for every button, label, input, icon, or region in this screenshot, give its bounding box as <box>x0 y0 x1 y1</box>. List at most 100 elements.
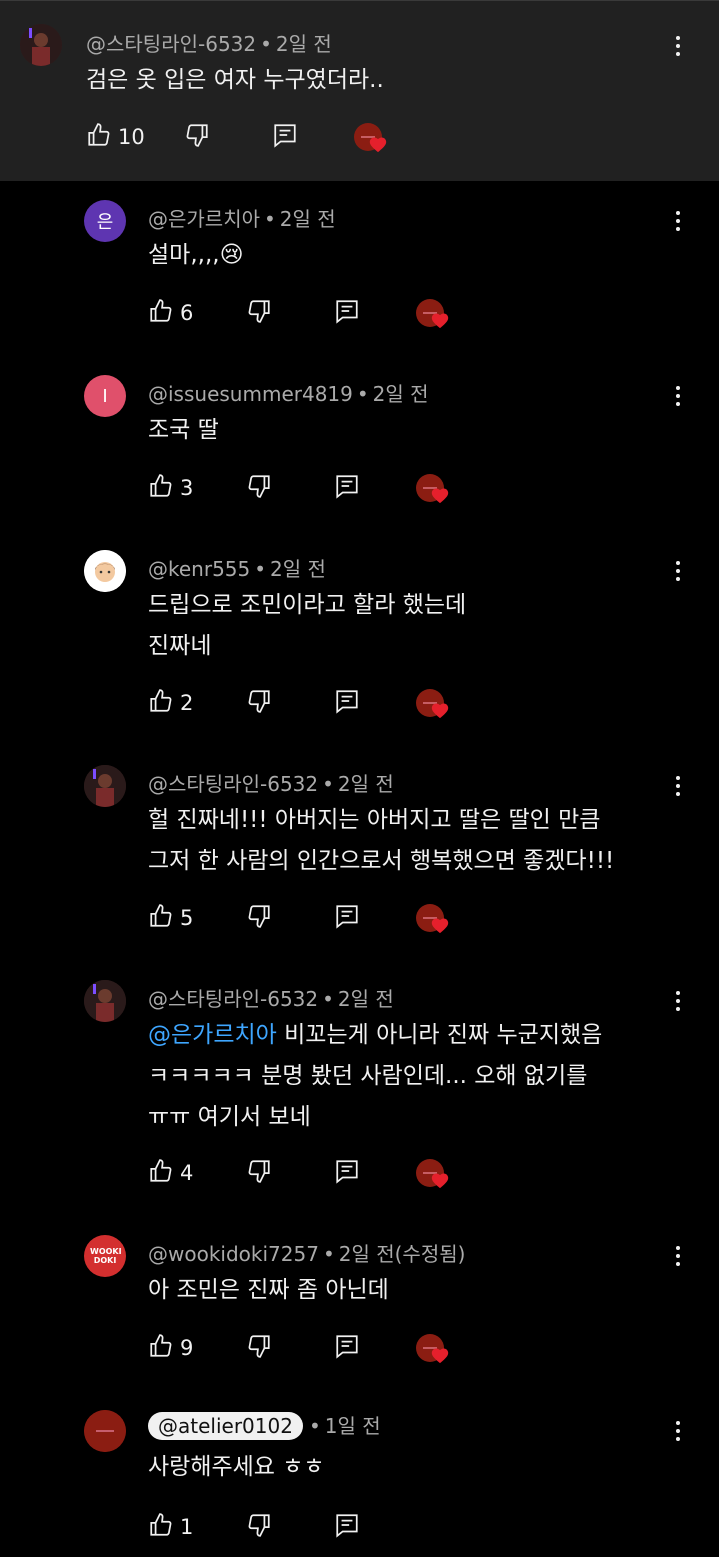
reply-button[interactable] <box>334 683 360 723</box>
more-vert-icon[interactable] <box>668 203 688 239</box>
more-vert-icon[interactable] <box>668 378 688 414</box>
comment-actions: 3 <box>148 468 668 508</box>
thumb-down-icon <box>246 298 272 328</box>
creator-heart-icon <box>416 898 452 938</box>
thumb-down-icon <box>246 1512 272 1542</box>
comment-author[interactable]: @은가르치아 <box>148 207 260 231</box>
reply-button[interactable] <box>334 293 360 333</box>
creator-heart-icon <box>416 1153 452 1193</box>
dislike-button[interactable] <box>246 468 272 508</box>
comment-line: 진짜네 <box>148 633 212 659</box>
more-vert-icon[interactable] <box>668 983 688 1019</box>
comment-time: 1일 전 <box>324 1414 381 1438</box>
like-count: 3 <box>180 476 194 500</box>
comment-time: 2일 전 <box>337 772 394 796</box>
comment-line: ㅋㅋㅋㅋㅋ 분명 봤던 사람인데... 오해 없기를 <box>148 1063 588 1089</box>
thumb-down-icon <box>246 903 272 933</box>
thumb-up-icon <box>148 298 174 328</box>
comment-actions: 5 <box>148 898 668 938</box>
avatar[interactable] <box>84 550 126 592</box>
reply-icon <box>334 298 360 328</box>
avatar[interactable] <box>84 765 126 807</box>
thumb-up-icon <box>86 122 112 152</box>
more-vert-icon[interactable] <box>668 1413 688 1449</box>
like-button[interactable]: 5 <box>148 898 193 938</box>
like-count: 9 <box>180 1336 194 1360</box>
comment-author[interactable]: @kenr555 <box>148 557 250 581</box>
comment-line: 사랑해주세요 ㅎㅎ <box>148 1454 325 1480</box>
more-vert-icon[interactable] <box>668 768 688 804</box>
reply-button[interactable] <box>334 468 360 508</box>
comment-line: 검은 옷 입은 여자 누구였더라.. <box>86 67 384 93</box>
thumb-up-icon <box>148 1333 174 1363</box>
avatar[interactable] <box>84 1410 126 1452</box>
reply-button[interactable] <box>272 117 298 157</box>
comment-line: 그저 한 사람의 인간으로서 행복했으면 좋겠다!!! <box>148 848 615 874</box>
reply-icon <box>334 688 360 718</box>
dislike-button[interactable] <box>246 683 272 723</box>
thumb-down-icon <box>184 122 210 152</box>
reply-button[interactable] <box>334 1507 360 1547</box>
creator-heart-icon <box>416 293 452 333</box>
thumb-up-icon <box>148 473 174 503</box>
avatar[interactable]: 은 <box>84 200 126 242</box>
comment-time: 2일 전 <box>372 382 429 406</box>
reply-icon <box>334 1512 360 1542</box>
comment-author[interactable]: @스타팅라인-6532 <box>148 772 318 796</box>
comment-meta: @은가르치아 • 2일 전 <box>148 207 336 231</box>
like-button[interactable]: 3 <box>148 468 193 508</box>
comment-author[interactable]: @스타팅라인-6532 <box>86 32 256 56</box>
like-button[interactable]: 2 <box>148 683 193 723</box>
more-vert-icon[interactable] <box>668 553 688 589</box>
comment-text: 아 조민은 진짜 좀 아닌데 <box>148 1270 389 1311</box>
reply-comment: I @issuesummer4819 • 2일 전 조국 딸 3 <box>0 355 719 530</box>
avatar[interactable]: I <box>84 375 126 417</box>
reply-icon <box>334 473 360 503</box>
comment-author[interactable]: @스타팅라인-6532 <box>148 987 318 1011</box>
like-button[interactable]: 4 <box>148 1153 193 1193</box>
dislike-button[interactable] <box>246 1153 272 1193</box>
comment-author[interactable]: @wookidoki7257 <box>148 1242 319 1266</box>
reply-comment: @스타팅라인-6532 • 2일 전 @은가르치아 비꼬는게 아니라 진짜 누군지했… <box>0 960 719 1235</box>
comment-actions: 4 <box>148 1153 668 1193</box>
comment-time: 2일 전 <box>337 987 394 1011</box>
like-button[interactable]: 6 <box>148 293 193 333</box>
comment-text: @은가르치아 비꼬는게 아니라 진짜 누군지했음 ㅋㅋㅋㅋㅋ 분명 봤던 사람인… <box>148 1015 602 1138</box>
reply-icon <box>272 122 298 152</box>
like-button[interactable]: 1 <box>148 1507 193 1547</box>
avatar[interactable] <box>20 24 62 66</box>
mention-link[interactable]: @은가르치아 <box>148 1022 277 1048</box>
comment-line: @은가르치아 비꼬는게 아니라 진짜 누군지했음 <box>148 1022 603 1048</box>
reply-button[interactable] <box>334 1153 360 1193</box>
reply-icon <box>334 1158 360 1188</box>
comment-meta: @wookidoki7257 • 2일 전(수정됨) <box>148 1242 466 1266</box>
more-vert-icon[interactable] <box>668 1238 688 1274</box>
dislike-button[interactable] <box>246 898 272 938</box>
dislike-button[interactable] <box>246 1328 272 1368</box>
reply-comment: WOOKI DOKI @wookidoki7257 • 2일 전(수정됨) 아 조민… <box>0 1215 719 1390</box>
dislike-button[interactable] <box>246 293 272 333</box>
comment-line: 조국 딸 <box>148 417 219 443</box>
comment-author[interactable]: @atelier0102 <box>148 1412 303 1440</box>
comment-line: 드립으로 조민이라고 할라 했는데 <box>148 592 467 618</box>
creator-heart-icon <box>416 683 452 723</box>
creator-heart-icon <box>354 117 390 157</box>
more-vert-icon[interactable] <box>668 28 688 64</box>
avatar[interactable]: WOOKI DOKI <box>84 1235 126 1277</box>
reply-comment: 은 @은가르치아 • 2일 전 설마,,,,😢 6 <box>0 180 719 355</box>
reply-button[interactable] <box>334 898 360 938</box>
like-button[interactable]: 10 <box>86 117 145 157</box>
comment-text: 검은 옷 입은 여자 누구였더라.. <box>86 60 384 101</box>
dislike-button[interactable] <box>184 117 210 157</box>
like-count: 5 <box>180 906 194 930</box>
comment-actions: 9 <box>148 1328 668 1368</box>
like-count: 10 <box>118 125 145 149</box>
comment-actions: 1 <box>148 1507 668 1547</box>
avatar[interactable] <box>84 980 126 1022</box>
dislike-button[interactable] <box>246 1507 272 1547</box>
like-button[interactable]: 9 <box>148 1328 193 1368</box>
like-count: 4 <box>180 1161 194 1185</box>
comment-line: ㅠㅠ 여기서 보네 <box>148 1104 311 1130</box>
comment-author[interactable]: @issuesummer4819 <box>148 382 353 406</box>
reply-button[interactable] <box>334 1328 360 1368</box>
